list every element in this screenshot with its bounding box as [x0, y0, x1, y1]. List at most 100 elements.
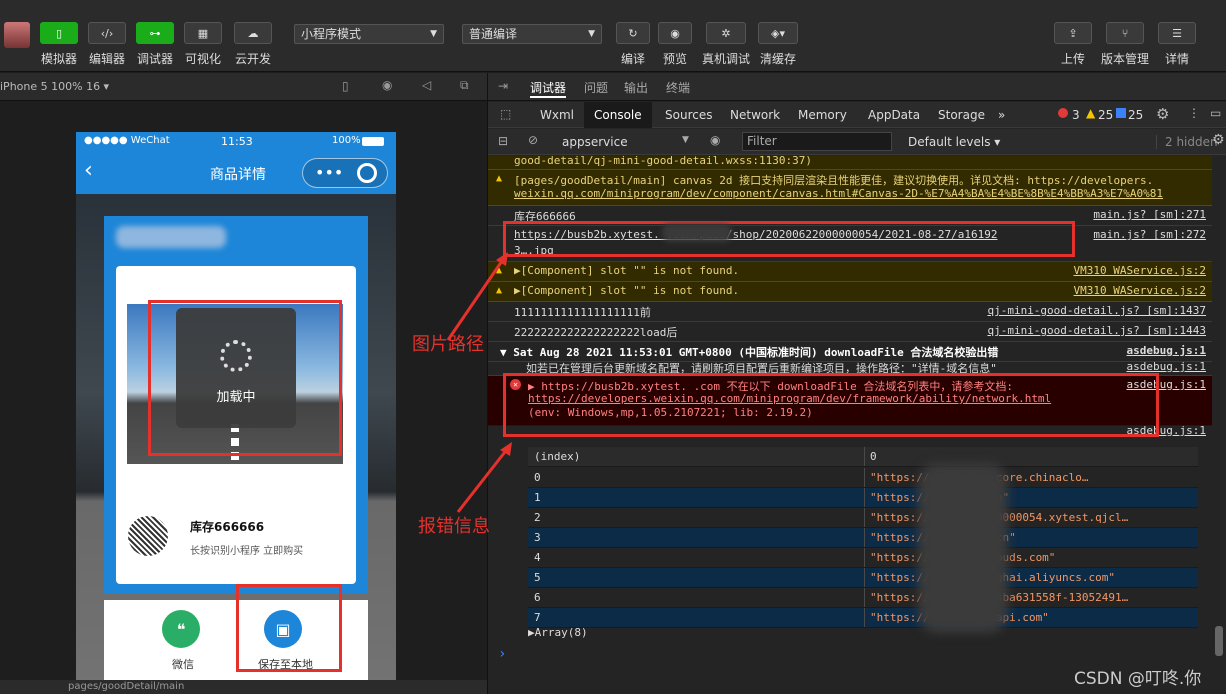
device-select[interactable]: iPhone 5 100% 16 ▾	[0, 80, 109, 93]
source-link[interactable]: VM310 WAService.js:2	[1074, 264, 1206, 277]
tab-network[interactable]: Network	[730, 102, 780, 128]
console-row: ▲ [pages/goodDetail/main] canvas 2d 接口支持…	[488, 170, 1212, 206]
levels-select[interactable]: Default levels ▾	[908, 135, 1000, 149]
back-icon[interactable]: ‹	[84, 160, 93, 182]
remote-debug-button[interactable]: ✲	[706, 22, 746, 44]
close-mini-icon[interactable]	[357, 163, 377, 183]
console-output: good-detail/qj-mini-good-detail.wxss:113…	[488, 156, 1226, 694]
popout-icon[interactable]: ⧉	[460, 78, 469, 93]
tab-wxml[interactable]: Wxml	[540, 102, 574, 128]
col-divider	[864, 468, 865, 487]
chevron-down-icon[interactable]: ▼	[682, 135, 689, 145]
record-icon[interactable]: ◉	[382, 78, 392, 92]
table-cell-index: 2	[534, 511, 541, 524]
battery-icon	[362, 137, 384, 146]
warning-count[interactable]: 25	[1098, 108, 1113, 122]
save-local-button[interactable]: ▣	[264, 610, 302, 648]
visual-label: 可视化	[184, 52, 221, 66]
source-link[interactable]: main.js? [sm]:272	[1093, 228, 1206, 241]
simulator-toggle-button[interactable]: ▯	[40, 22, 78, 44]
kebab-icon[interactable]: ⋮	[1188, 106, 1200, 120]
error-count-icon	[1058, 108, 1068, 118]
info-count[interactable]: 25	[1128, 108, 1143, 122]
console-message[interactable]: ▶[Component] slot "" is not found.	[514, 284, 739, 297]
docs-link[interactable]: https://developers.weixin.qq.com/minipro…	[528, 392, 1051, 405]
compile-select[interactable]: 普通编译 ▼	[462, 24, 602, 44]
loading-toast: 加载中	[176, 308, 296, 428]
clear-cache-label: 清缓存	[759, 52, 796, 66]
simulator-label: 模拟器	[40, 52, 77, 66]
table-header-index[interactable]: (index)	[534, 447, 580, 467]
sidebar-toggle-icon[interactable]: ⊟	[498, 134, 508, 148]
source-link[interactable]: asdebug.js:1	[1127, 344, 1206, 357]
error-info-annotation: 报错信息	[418, 516, 490, 537]
settings-icon[interactable]: ⚙	[1156, 105, 1169, 123]
console-row: good-detail/qj-mini-good-detail.wxss:113…	[488, 156, 1212, 170]
clear-console-icon[interactable]: ⊘	[528, 133, 538, 147]
info-count-icon	[1116, 108, 1126, 118]
compile-button[interactable]: ↻	[616, 22, 650, 44]
tab-memory[interactable]: Memory	[798, 102, 847, 128]
filter-input[interactable]: Filter	[742, 132, 892, 151]
source-link[interactable]: asdebug.js:1	[1127, 378, 1206, 391]
cloud-dev-button[interactable]: ☁	[234, 22, 272, 44]
console-group-header[interactable]: ▼ Sat Aug 28 2021 11:53:01 GMT+0800 (中国标…	[488, 342, 1212, 362]
avatar[interactable]	[4, 22, 30, 48]
warning-icon: ▲	[496, 173, 503, 184]
tab-appdata[interactable]: AppData	[868, 102, 920, 128]
arrow-to-error	[456, 442, 512, 513]
source-link[interactable]: asdebug.js:1	[1127, 362, 1206, 373]
source-link[interactable]: qj-mini-good-detail.js? [sm]:1437	[987, 304, 1206, 317]
inspect-icon[interactable]: ⬚	[500, 107, 511, 121]
more-tabs-icon[interactable]: »	[998, 102, 1005, 128]
scrollbar[interactable]	[1215, 626, 1223, 656]
console-settings-icon[interactable]: ⚙	[1212, 132, 1225, 148]
tab-terminal[interactable]: 终端	[666, 79, 690, 96]
wechat-share-label: 微信	[172, 658, 194, 671]
array-toggle[interactable]: ▶Array(8)	[528, 626, 588, 639]
console-error-row: ✕ ▶ https://busb2b.xytest. .com 不在以下 dow…	[488, 376, 1212, 426]
debugger-toggle-button[interactable]: ⊶	[136, 22, 174, 44]
editor-toggle-button[interactable]: ‹/›	[88, 22, 126, 44]
table-cell-index: 6	[534, 591, 541, 604]
clear-cache-button[interactable]: ◈▾	[758, 22, 798, 44]
table-header-value[interactable]: 0	[870, 447, 877, 467]
dock-icon[interactable]: ⇥	[498, 79, 508, 93]
top-toolbar: ▯ 模拟器 ‹/› 编辑器 ⊶ 调试器 ▦ 可视化 ☁ 云开发 小程序模式 ▼ 普…	[0, 0, 1226, 72]
tab-debugger[interactable]: 调试器	[530, 79, 567, 98]
image-url-link[interactable]: https://busb2b.xytest. .com/paas/shop/20…	[514, 228, 997, 241]
source-link[interactable]: main.js? [sm]:271	[1093, 208, 1206, 221]
live-expression-icon[interactable]: ◉	[710, 133, 720, 147]
page-path[interactable]: pages/goodDetail/main	[68, 681, 184, 692]
blurred-header	[116, 226, 226, 248]
details-button[interactable]: ☰	[1158, 22, 1196, 44]
tab-problems[interactable]: 问题	[584, 79, 608, 96]
error-count[interactable]: 3	[1072, 108, 1080, 122]
dock-side-icon[interactable]: ▭	[1210, 106, 1221, 120]
capsule-menu[interactable]: •••	[302, 158, 388, 188]
upload-button[interactable]: ⇪	[1054, 22, 1092, 44]
remote-debug-label: 真机调试	[701, 52, 750, 66]
preview-button[interactable]: ◉	[658, 22, 692, 44]
source-link[interactable]: asdebug.js:1	[1127, 426, 1206, 437]
version-button[interactable]: ⑂	[1106, 22, 1144, 44]
console-message: 如若已在管理后台更新域名配置，请刷新项目配置后重新编译项目，操作路径："详情-域…	[526, 362, 997, 375]
source-link[interactable]: VM310 WAService.js:2	[1074, 284, 1206, 297]
tab-storage[interactable]: Storage	[938, 102, 985, 128]
tab-sources[interactable]: Sources	[665, 102, 712, 128]
source-link[interactable]: qj-mini-good-detail.js? [sm]:1443	[987, 324, 1206, 337]
mode-select[interactable]: 小程序模式 ▼	[294, 24, 444, 44]
console-message[interactable]: ▶[Component] slot "" is not found.	[514, 264, 739, 277]
volume-icon[interactable]: ◁	[422, 78, 431, 92]
tab-output[interactable]: 输出	[624, 79, 648, 96]
console-prompt[interactable]: ›	[498, 646, 506, 662]
qr-code[interactable]	[128, 516, 168, 556]
phone-icon[interactable]: ▯	[342, 79, 349, 93]
tab-console[interactable]: Console	[584, 102, 652, 128]
visual-toggle-button[interactable]: ▦	[184, 22, 222, 44]
console-link[interactable]: weixin.qq.com/miniprogram/dev/component/…	[514, 187, 1163, 200]
wechat-share-button[interactable]: ❝	[162, 610, 200, 648]
more-icon[interactable]: •••	[315, 163, 343, 182]
console-message[interactable]: ▼ Sat Aug 28 2021 11:53:01 GMT+0800 (中国标…	[500, 344, 998, 360]
context-select[interactable]: appservice	[562, 135, 628, 149]
